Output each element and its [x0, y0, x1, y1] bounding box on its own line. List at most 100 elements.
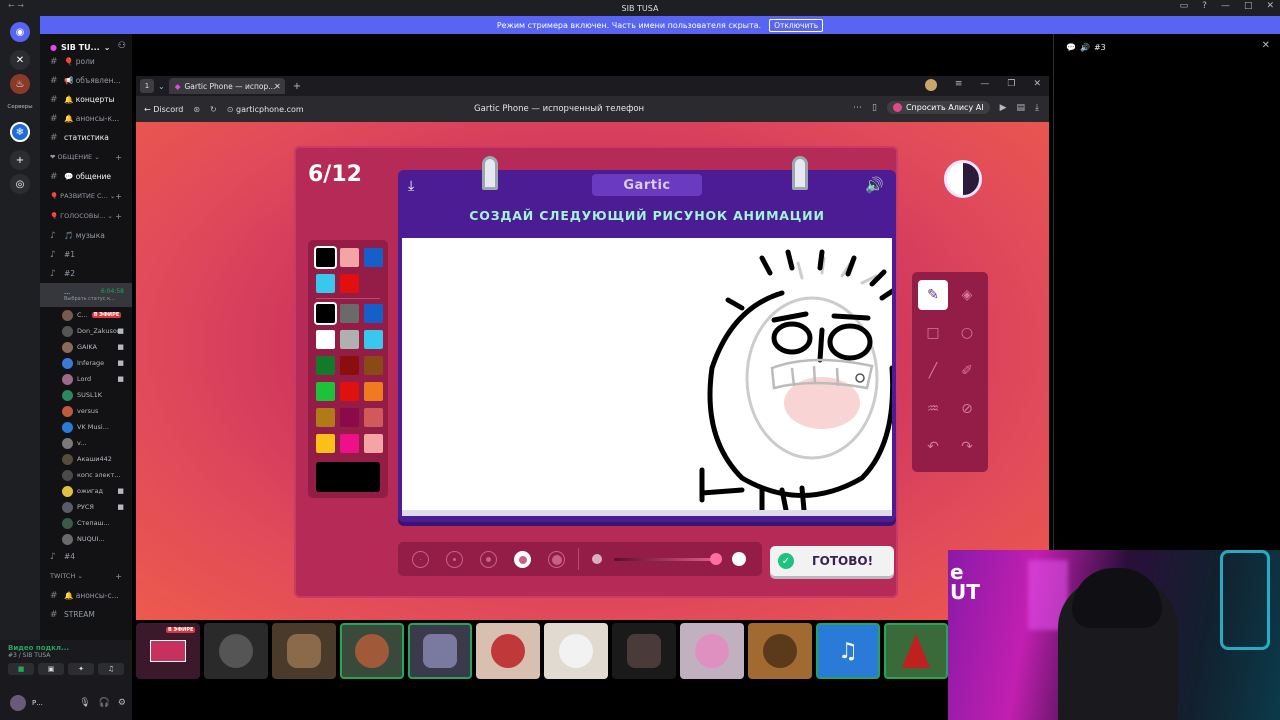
tab-counter-icon[interactable]: 1: [140, 79, 154, 93]
brush-size-1[interactable]: [412, 551, 429, 568]
participant-tile[interactable]: [476, 623, 540, 679]
channel-item[interactable]: # 🔔 концерты: [40, 90, 132, 109]
voice-user[interactable]: Lord ■: [40, 371, 132, 387]
color-swatch[interactable]: [316, 434, 335, 453]
close-icon[interactable]: ✕: [1262, 40, 1270, 51]
color-swatch[interactable]: [364, 248, 383, 267]
profile-avatar[interactable]: [924, 79, 937, 91]
screen-share-button[interactable]: ▣: [38, 663, 64, 675]
voice-user[interactable]: SUSL1K: [40, 387, 132, 403]
protect-icon[interactable]: ⊛: [193, 105, 200, 114]
participant-tile[interactable]: [680, 623, 744, 679]
play-icon[interactable]: ▶: [1000, 103, 1007, 113]
download-icon[interactable]: ⤓: [1035, 103, 1039, 113]
close-icon[interactable]: ✕: [1033, 79, 1041, 91]
color-swatch[interactable]: [340, 382, 359, 401]
participant-tile[interactable]: [340, 623, 404, 679]
channel-item[interactable]: # 📢 объявлен...: [40, 71, 132, 90]
voice-user[interactable]: С... В ЭФИРЕ: [40, 307, 132, 323]
voice-user[interactable]: ожигад ■: [40, 483, 132, 499]
channel-item[interactable]: # 🎈 роли: [40, 52, 132, 71]
color-swatch[interactable]: [316, 274, 335, 293]
done-button[interactable]: ✓ ГОТОВО!: [770, 546, 894, 576]
participant-tile[interactable]: ♫: [816, 623, 880, 679]
color-swatch[interactable]: [340, 434, 359, 453]
color-swatch[interactable]: [364, 382, 383, 401]
browser-tab[interactable]: ◆ Gartic Phone — испор... ✕: [168, 78, 285, 94]
participant-tile[interactable]: [612, 623, 676, 679]
color-swatch[interactable]: [340, 248, 359, 267]
undo-icon[interactable]: ↶: [918, 432, 948, 462]
voice-user[interactable]: GAIKA ■: [40, 339, 132, 355]
minimize-icon[interactable]: —: [980, 79, 989, 91]
voice-user[interactable]: Степаш...: [40, 515, 132, 531]
avatar[interactable]: [10, 695, 26, 711]
headphones-icon[interactable]: 🎧: [99, 698, 110, 708]
opacity-slider-handle[interactable]: [710, 553, 722, 565]
minimize-button[interactable]: —: [1221, 1, 1230, 11]
server-icon-3[interactable]: ❄: [10, 122, 30, 142]
participant-tile[interactable]: [272, 623, 336, 679]
server-icon-2[interactable]: ♨: [10, 74, 30, 94]
add-server-icon[interactable]: +: [10, 150, 30, 170]
voice-user[interactable]: NUQUI...: [40, 531, 132, 547]
channel-item[interactable]: # статистика: [40, 128, 132, 147]
redo-icon[interactable]: ↷: [952, 432, 982, 462]
mic-icon[interactable]: 🎙: [79, 698, 90, 708]
channel-general[interactable]: # 💬 общение: [40, 167, 132, 186]
voice-user[interactable]: Don_Zakuson ■: [40, 323, 132, 339]
color-swatch[interactable]: [316, 304, 335, 323]
add-channel-icon[interactable]: +: [115, 572, 122, 581]
drawing-canvas[interactable]: [402, 238, 892, 516]
add-channel-icon[interactable]: +: [115, 192, 122, 201]
server-icon-1[interactable]: ✕: [10, 50, 30, 70]
opacity-slider[interactable]: [614, 558, 714, 561]
download-drawing-icon[interactable]: ⤓: [408, 178, 414, 194]
voice-user[interactable]: Акаши442: [40, 451, 132, 467]
voice-user[interactable]: v...: [40, 435, 132, 451]
category-twitch[interactable]: TWITCH ⌄ +: [40, 566, 132, 586]
close-button[interactable]: ✕: [1266, 1, 1274, 11]
opacity-max-knob[interactable]: [732, 552, 746, 566]
voice-channel-item[interactable]: ♪ #2: [40, 264, 132, 283]
soundboard-button[interactable]: ♫: [98, 663, 124, 675]
voice-user[interactable]: versus: [40, 403, 132, 419]
color-swatch[interactable]: [316, 248, 335, 267]
color-swatch[interactable]: [340, 356, 359, 375]
nav-arrows-icon[interactable]: ← →: [8, 1, 24, 10]
voice-user[interactable]: копс элект...: [40, 467, 132, 483]
reload-icon[interactable]: ↻: [210, 105, 217, 114]
color-swatch[interactable]: [364, 304, 383, 323]
rectangle-icon[interactable]: □: [918, 318, 948, 348]
color-swatch[interactable]: [364, 434, 383, 453]
active-voice-channel[interactable]: ... Выбрать статус к... 6:04:58: [40, 283, 132, 307]
participant-tile[interactable]: [748, 623, 812, 679]
color-swatch[interactable]: [340, 274, 359, 293]
clear-icon[interactable]: ⊘: [952, 394, 982, 424]
bookmark-icon[interactable]: ▯: [872, 103, 877, 113]
brush-size-3[interactable]: [480, 551, 497, 568]
category-dev[interactable]: 🎈 РАЗВИТИЕ С... ⌄ +: [40, 186, 132, 206]
disable-streamer-button[interactable]: Отключить: [769, 18, 824, 32]
voice-channel-4[interactable]: ♪ #4: [40, 547, 132, 566]
color-swatch[interactable]: [316, 330, 335, 349]
brush-size-4[interactable]: [514, 551, 531, 568]
channel-item[interactable]: # 🔔 анонсы-с...: [40, 586, 132, 605]
menu-icon[interactable]: ≡: [955, 79, 963, 91]
participant-tile[interactable]: [408, 623, 472, 679]
help-icon[interactable]: ?: [1202, 1, 1207, 11]
voice-user[interactable]: РУСЯ ■: [40, 499, 132, 515]
color-swatch[interactable]: [316, 408, 335, 427]
fill-icon[interactable]: ♒: [918, 394, 948, 424]
contrast-toggle-icon[interactable]: [944, 160, 982, 198]
discord-home-icon[interactable]: ◉: [10, 22, 30, 42]
voice-channel-item[interactable]: ♪ #1: [40, 245, 132, 264]
color-swatch[interactable]: [340, 304, 359, 323]
discover-icon[interactable]: ◎: [10, 174, 30, 194]
sidebar-icon[interactable]: ▤: [1017, 103, 1026, 113]
opacity-min-knob[interactable]: [590, 552, 604, 566]
participant-tile[interactable]: [544, 623, 608, 679]
brush-size-2[interactable]: [446, 551, 463, 568]
eraser-icon[interactable]: ◈: [952, 280, 982, 310]
voice-user[interactable]: VK Musi...: [40, 419, 132, 435]
